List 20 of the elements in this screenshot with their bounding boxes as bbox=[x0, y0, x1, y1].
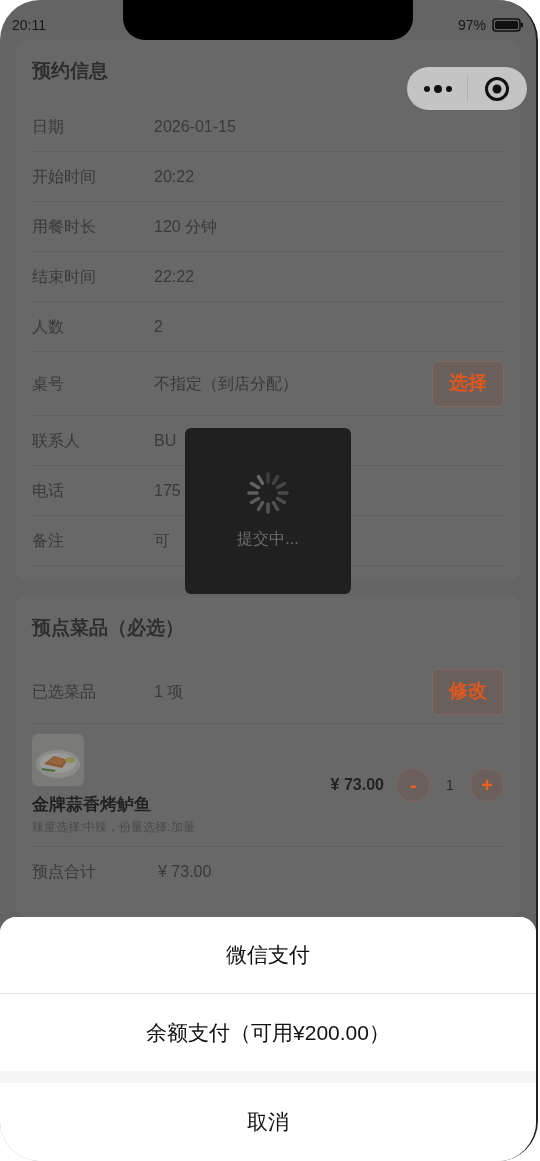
quantity: 1 bbox=[444, 774, 456, 795]
battery-icon bbox=[492, 18, 524, 32]
target-icon[interactable] bbox=[484, 75, 510, 102]
battery-percent: 97% bbox=[457, 18, 486, 32]
status-time: 20:11 bbox=[12, 18, 46, 32]
section-title: 预约信息 bbox=[32, 58, 108, 83]
edit-button[interactable]: 修改 bbox=[432, 668, 504, 715]
spinner-icon bbox=[246, 471, 290, 515]
dish-name: 金牌蒜香烤鲈鱼 bbox=[32, 794, 152, 816]
payment-option[interactable]: 微信支付 bbox=[0, 917, 536, 994]
dish-price: ¥ 73.00 bbox=[330, 774, 384, 795]
capsule-menu[interactable] bbox=[407, 67, 527, 110]
decrease-button[interactable]: - bbox=[396, 767, 430, 802]
payment-option[interactable]: 余额支付（可用¥200.00） bbox=[0, 994, 536, 1071]
select-button[interactable]: 选择 bbox=[432, 360, 504, 407]
more-icon[interactable] bbox=[423, 83, 453, 94]
section-title: 预点菜品（必选） bbox=[32, 615, 184, 640]
cancel-button[interactable]: 取消 bbox=[0, 1083, 536, 1161]
toast-text: 提交中... bbox=[237, 529, 299, 549]
increase-button[interactable]: + bbox=[470, 767, 504, 802]
